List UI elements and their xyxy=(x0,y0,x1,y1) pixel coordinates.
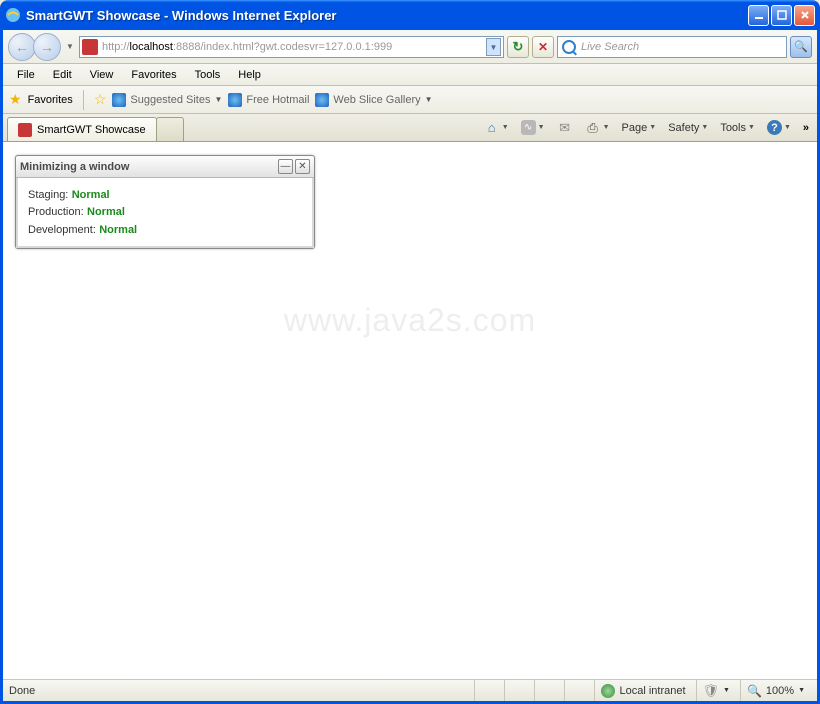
favorites-bar: ★ Favorites ☆ Suggested Sites ▼ Free Hot… xyxy=(3,86,817,114)
chevron-overflow[interactable]: » xyxy=(803,122,809,134)
address-bar[interactable]: http://localhost:8888/index.html?gwt.cod… xyxy=(79,36,504,58)
nav-history-dropdown[interactable]: ▼ xyxy=(64,35,76,59)
search-go-button[interactable]: 🔍 xyxy=(790,36,812,58)
status-panel xyxy=(534,680,560,701)
print-icon: ⎙ xyxy=(585,120,601,136)
url-text: http://localhost:8888/index.html?gwt.cod… xyxy=(102,41,486,53)
favlink-web-slice[interactable]: Web Slice Gallery ▼ xyxy=(315,93,432,107)
search-provider-icon xyxy=(562,40,576,54)
search-placeholder: Live Search xyxy=(581,41,782,53)
menu-edit[interactable]: Edit xyxy=(45,66,80,84)
tab-bar: SmartGWT Showcase ⌂▼ ∿▼ ✉ ⎙▼ Page ▼ Safe… xyxy=(3,114,817,142)
favorites-label[interactable]: Favorites xyxy=(28,94,73,106)
address-dropdown[interactable]: ▼ xyxy=(486,38,501,56)
protected-mode-panel[interactable]: 🛡▼ xyxy=(696,680,736,701)
favlink-suggested-sites[interactable]: Suggested Sites ▼ xyxy=(112,93,222,107)
shield-icon: 🛡 xyxy=(703,683,720,699)
status-row: Production: Normal xyxy=(28,203,302,220)
status-panel xyxy=(504,680,530,701)
tab-active[interactable]: SmartGWT Showcase xyxy=(7,117,157,141)
zoom-icon: 🔍 xyxy=(747,684,762,698)
page-content: Minimizing a window — ✕ Staging: Normal … xyxy=(3,142,817,679)
ie-page-icon xyxy=(112,93,126,107)
print-button[interactable]: ⎙▼ xyxy=(582,118,613,138)
ie-page-icon xyxy=(315,93,329,107)
new-tab-button[interactable] xyxy=(156,117,184,141)
safety-menu[interactable]: Safety ▼ xyxy=(665,120,711,136)
menu-tools[interactable]: Tools xyxy=(187,66,229,84)
window-titlebar: SmartGWT Showcase - Windows Internet Exp… xyxy=(0,0,820,30)
window-title: SmartGWT Showcase - Windows Internet Exp… xyxy=(26,8,748,23)
status-row: Staging: Normal xyxy=(28,186,302,203)
help-icon: ? xyxy=(767,120,782,135)
ie-page-icon xyxy=(228,93,242,107)
security-zone-panel[interactable]: Local intranet xyxy=(594,680,691,701)
navigation-bar: ← → ▼ http://localhost:8888/index.html?g… xyxy=(3,30,817,64)
stop-button[interactable]: ✕ xyxy=(532,36,554,58)
tab-favicon xyxy=(18,123,32,137)
help-button[interactable]: ?▼ xyxy=(764,118,794,137)
site-favicon xyxy=(82,39,98,55)
page-menu[interactable]: Page ▼ xyxy=(619,120,660,136)
read-mail-button[interactable]: ✉ xyxy=(554,118,576,138)
tab-title: SmartGWT Showcase xyxy=(37,124,146,136)
menu-view[interactable]: View xyxy=(82,66,122,84)
favorites-star-icon[interactable]: ★ xyxy=(9,91,22,108)
minimize-button[interactable] xyxy=(748,5,769,26)
menu-help[interactable]: Help xyxy=(230,66,269,84)
rss-icon: ∿ xyxy=(521,120,536,135)
gwt-window-header[interactable]: Minimizing a window — ✕ xyxy=(16,156,314,178)
menu-bar: File Edit View Favorites Tools Help xyxy=(3,64,817,86)
gwt-close-button[interactable]: ✕ xyxy=(295,159,310,174)
watermark-text: www.java2s.com xyxy=(284,302,536,339)
back-button[interactable]: ← xyxy=(8,33,36,61)
add-favorite-icon[interactable]: ☆ xyxy=(94,91,107,108)
zoom-panel[interactable]: 🔍100% ▼ xyxy=(740,680,811,701)
menu-favorites[interactable]: Favorites xyxy=(123,66,184,84)
status-bar: Done Local intranet 🛡▼ 🔍100% ▼ xyxy=(3,679,817,701)
home-button[interactable]: ⌂▼ xyxy=(481,118,512,138)
mail-icon: ✉ xyxy=(557,120,573,136)
separator xyxy=(83,90,84,110)
status-row: Development: Normal xyxy=(28,221,302,238)
zone-icon xyxy=(601,684,615,698)
close-button[interactable] xyxy=(794,5,815,26)
gwt-window-title: Minimizing a window xyxy=(20,161,276,173)
home-icon: ⌂ xyxy=(484,120,500,136)
feeds-button[interactable]: ∿▼ xyxy=(518,118,548,137)
favlink-free-hotmail[interactable]: Free Hotmail xyxy=(228,93,309,107)
menu-file[interactable]: File xyxy=(9,66,43,84)
maximize-button[interactable] xyxy=(771,5,792,26)
status-panel xyxy=(474,680,500,701)
forward-button[interactable]: → xyxy=(33,33,61,61)
tools-menu[interactable]: Tools ▼ xyxy=(717,120,758,136)
gwt-minimize-button[interactable]: — xyxy=(278,159,293,174)
search-box[interactable]: Live Search xyxy=(557,36,787,58)
gwt-window-body: Staging: Normal Production: Normal Devel… xyxy=(16,178,314,248)
gwt-window: Minimizing a window — ✕ Staging: Normal … xyxy=(15,155,315,249)
status-panel xyxy=(564,680,590,701)
status-text: Done xyxy=(9,685,35,697)
command-bar: ⌂▼ ∿▼ ✉ ⎙▼ Page ▼ Safety ▼ Tools ▼ ?▼ » xyxy=(184,114,813,141)
refresh-button[interactable]: ↻ xyxy=(507,36,529,58)
ie-icon xyxy=(5,7,21,23)
